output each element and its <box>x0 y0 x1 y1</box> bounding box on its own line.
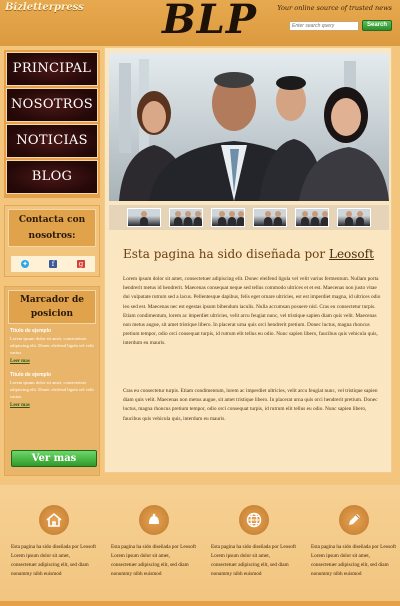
nav-item-nosotros[interactable]: NOSOTROS <box>6 88 98 122</box>
site-name[interactable]: Bizletterpress <box>5 2 84 13</box>
footer-strip <box>0 601 400 606</box>
main-content: Esta pagina ha sido diseñada por Leosoft… <box>104 47 392 473</box>
nav-item-principal[interactable]: PRINCIPAL <box>6 52 98 86</box>
pencil-icon[interactable] <box>339 505 369 535</box>
hero-image <box>109 53 389 201</box>
read-more-link[interactable]: Leer mas <box>5 357 99 370</box>
business-team-photo <box>109 53 389 201</box>
social-links: ✦ f g <box>11 256 95 272</box>
thumbnail[interactable] <box>295 208 329 227</box>
site-footer: Esta pagina ha sido diseñada por Leosoft… <box>0 485 400 606</box>
footer-text: Esta pagina ha sido diseñada por Leosoft… <box>311 544 396 577</box>
heading-text: Esta pagina ha sido diseñada por <box>123 247 326 261</box>
entry-text: Lorem ipsum dolor sit amet, consectetuer… <box>10 380 94 399</box>
entry-text: Lorem ipsum dolor sit amet, consectetuer… <box>10 336 94 355</box>
nav-item-blog[interactable]: BLOG <box>6 160 98 194</box>
home-icon[interactable] <box>39 505 69 535</box>
contact-panel: Contacta con nosotros: ✦ f g <box>4 205 100 277</box>
contact-title: Contacta con nosotros: <box>8 209 96 247</box>
facebook-icon[interactable]: f <box>49 260 57 268</box>
footer-text: Esta pagina ha sido diseñada por Leosoft… <box>211 544 296 577</box>
google-plus-icon[interactable]: g <box>77 260 85 268</box>
footer-column: Esta pagina ha sido diseñada por Leosoft… <box>311 505 397 579</box>
read-more-link[interactable]: Leer mas <box>5 401 99 414</box>
thumbnail[interactable] <box>169 208 203 227</box>
placeholder-panel: Marcador de posicion Titulo de ejemplo L… <box>4 286 100 476</box>
thumbnail[interactable] <box>337 208 371 227</box>
search-button[interactable]: Search <box>362 20 392 31</box>
placeholder-title: Marcador de posicion <box>8 290 96 324</box>
main-nav: PRINCIPAL NOSOTROS NOTICIAS BLOG <box>4 50 100 198</box>
footer-column: Esta pagina ha sido diseñada por Leosoft… <box>111 505 197 579</box>
heading-link[interactable]: Leosoft <box>329 247 374 261</box>
bell-icon[interactable] <box>139 505 169 535</box>
thumbnail[interactable] <box>127 208 161 227</box>
site-logo[interactable]: BLP <box>162 0 257 43</box>
footer-column: Esta pagina ha sido diseñada por Leosoft… <box>211 505 297 579</box>
site-tagline: Your online source of trusted news <box>277 4 392 12</box>
footer-text: Esta pagina ha sido diseñada por Leosoft… <box>11 544 96 577</box>
thumbnail[interactable] <box>253 208 287 227</box>
twitter-icon[interactable]: ✦ <box>21 260 29 268</box>
see-more-button[interactable]: Ver mas <box>11 450 97 467</box>
nav-item-noticias[interactable]: NOTICIAS <box>6 124 98 158</box>
search-input[interactable] <box>289 21 359 31</box>
body-paragraph: Lorem ipsum dolor sit amet, consectetuer… <box>123 276 381 347</box>
site-header: Bizletterpress BLP Your online source of… <box>0 0 400 46</box>
globe-icon[interactable] <box>239 505 269 535</box>
page-heading: Esta pagina ha sido diseñada por Leosoft <box>123 247 383 261</box>
body-paragraph: Cras eu consectetur turpis. Etiam condim… <box>123 388 378 422</box>
placeholder-entry: Titulo de ejemplo Lorem ipsum dolor sit … <box>5 328 99 370</box>
footer-column: Esta pagina ha sido diseñada por Leosoft… <box>11 505 97 579</box>
placeholder-entry: Titulo de ejemplo Lorem ipsum dolor sit … <box>5 372 99 414</box>
footer-text: Esta pagina ha sido diseñada por Leosoft… <box>111 544 196 577</box>
thumbnail-strip <box>109 205 389 230</box>
thumbnail[interactable] <box>211 208 245 227</box>
